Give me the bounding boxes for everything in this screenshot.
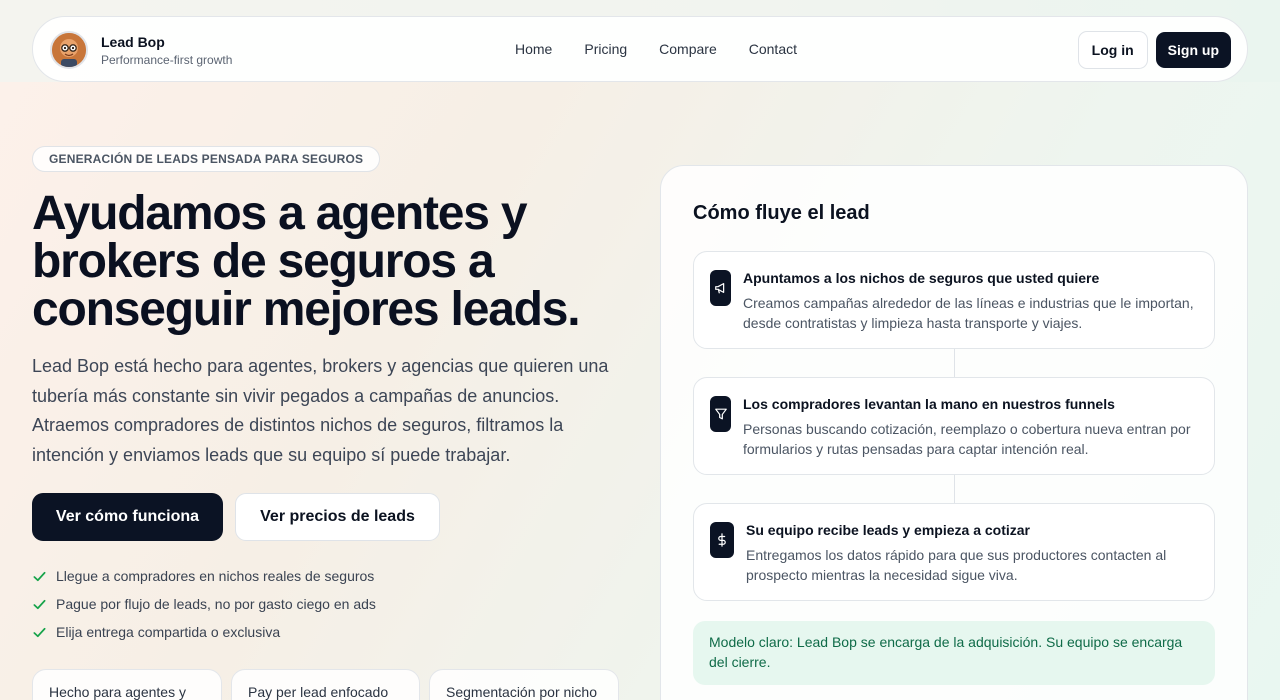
main-nav: Home Pricing Compare Contact [515, 17, 829, 81]
benefit-text: Elija entrega compartida o exclusiva [56, 624, 281, 640]
check-icon [33, 571, 46, 581]
hero-eyebrow-badge: GENERACIÓN DE LEADS PENSADA PARA SEGUROS [32, 146, 381, 172]
hero-description: Lead Bop está hecho para agentes, broker… [32, 356, 609, 465]
check-icon [33, 627, 46, 637]
flow-step: Apuntamos a los nichos de seguros que us… [693, 251, 1215, 349]
flow-step-title: Los compradores levantan la mano en nues… [743, 396, 1115, 412]
benefit-item: Elija entrega compartida o exclusiva [32, 618, 376, 646]
brand[interactable]: Lead Bop Performance-first growth [50, 31, 232, 69]
flow-connector [954, 475, 955, 503]
lead-flow-card: Cómo fluye el lead Apuntamos a los nicho… [660, 165, 1248, 700]
benefit-text: Pague por flujo de leads, no por gasto c… [56, 596, 376, 612]
brand-tagline: Performance-first growth [101, 52, 233, 67]
lead-bop-logo [50, 31, 88, 69]
nav-link-home[interactable]: Home [515, 41, 552, 57]
flow-step-text: Creamos campañas alrededor de las líneas… [743, 295, 1194, 331]
filter-icon [710, 396, 731, 432]
benefit-text: Llegue a compradores en nichos reales de… [56, 568, 375, 584]
see-lead-pricing-button[interactable]: Ver precios de leads [235, 493, 440, 541]
hero-title: Ayudamos a agentes y brokers de seguros … [32, 187, 581, 336]
brand-name: Lead Bop [101, 33, 165, 50]
nav-link-contact[interactable]: Contact [749, 41, 797, 57]
lead-flow-title: Cómo fluye el lead [693, 202, 870, 224]
auth-actions: Log in Sign up [1077, 31, 1247, 69]
flow-step: Su equipo recibe leads y empieza a cotiz… [693, 503, 1215, 601]
benefits-list: Llegue a compradores en nichos reales de… [32, 562, 376, 646]
flow-step-text: Personas buscando cotización, reemplazo … [743, 421, 1191, 457]
megaphone-icon [710, 270, 731, 306]
navbar: Lead Bop Performance-first growth Home P… [32, 16, 1248, 82]
signup-button[interactable]: Sign up [1155, 32, 1231, 68]
nav-link-pricing[interactable]: Pricing [584, 41, 627, 57]
dollar-icon [710, 522, 734, 558]
login-button[interactable]: Log in [1077, 31, 1148, 69]
check-icon [33, 599, 46, 609]
flow-step-title: Apuntamos a los nichos de seguros que us… [743, 270, 1100, 286]
flow-step: Los compradores levantan la mano en nues… [693, 377, 1215, 475]
see-how-it-works-button[interactable]: Ver cómo funciona [32, 493, 223, 541]
nav-link-compare[interactable]: Compare [659, 41, 717, 57]
feature-pill: Segmentación por nicho [429, 669, 619, 700]
benefit-item: Pague por flujo de leads, no por gasto c… [32, 590, 376, 618]
flow-step-title: Su equipo recibe leads y empieza a cotiz… [746, 522, 1030, 538]
benefit-item: Llegue a compradores en nichos reales de… [32, 562, 376, 590]
model-note: Modelo claro: Lead Bop se encarga de la … [693, 621, 1215, 685]
feature-pill: Pay per lead enfocado [231, 669, 420, 700]
flow-step-text: Entregamos los datos rápido para que sus… [746, 547, 1167, 583]
feature-pills: Hecho para agentes y Pay per lead enfoca… [32, 669, 628, 700]
feature-pill: Hecho para agentes y [32, 669, 222, 700]
flow-connector [954, 349, 955, 377]
